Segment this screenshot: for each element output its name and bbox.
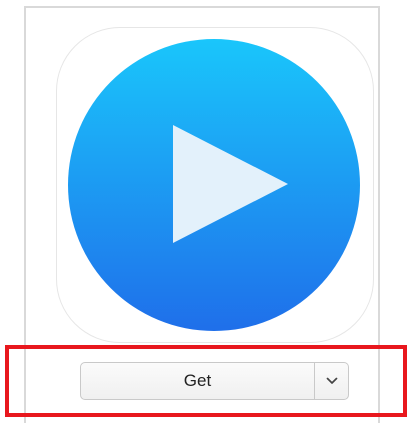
get-button-group: Get — [80, 362, 349, 400]
app-store-panel: Get — [0, 0, 418, 423]
get-button[interactable]: Get — [80, 362, 315, 400]
chevron-down-icon — [326, 377, 337, 384]
play-icon — [68, 39, 360, 331]
get-options-dropdown-button[interactable] — [315, 362, 349, 400]
